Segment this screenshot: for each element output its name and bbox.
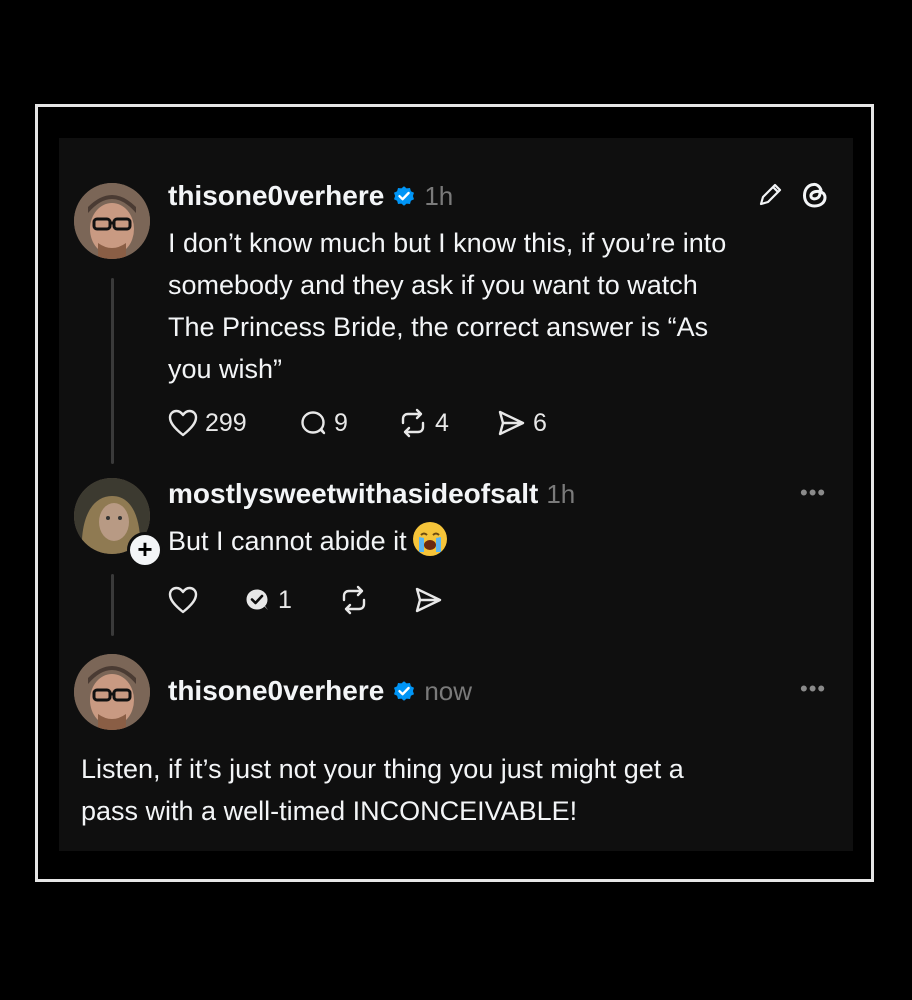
comment-icon: [301, 411, 326, 435]
post-time: 1h: [546, 478, 576, 509]
edit-icon[interactable]: [756, 181, 784, 209]
reply-count: 1: [278, 585, 292, 614]
repost-icon: [401, 408, 425, 438]
replied-comment-icon: [246, 589, 268, 610]
like-button[interactable]: [167, 585, 242, 615]
reply-count: 9: [334, 408, 348, 437]
verified-badge-icon: [394, 681, 415, 701]
post-header: mostlysweetwithasideofsalt 1h: [168, 478, 575, 510]
crying-face-emoji-icon: [412, 522, 447, 556]
more-options-button[interactable]: •••: [800, 678, 826, 700]
post-header: thisone0verhere now: [168, 675, 472, 707]
like-button[interactable]: 299: [167, 408, 298, 438]
repost-button[interactable]: [338, 585, 412, 615]
post-text-line: The Princess Bride, the correct answer i…: [168, 312, 709, 342]
thread-card: thisone0verhere 1h I don’t know much but…: [59, 138, 853, 851]
share-button[interactable]: 6: [495, 408, 547, 438]
repost-icon: [342, 585, 366, 615]
username[interactable]: thisone0verhere: [168, 675, 384, 707]
post-text-line: Listen, if it’s just not your thing you …: [81, 754, 684, 784]
username[interactable]: mostlysweetwithasideofsalt: [168, 478, 538, 510]
follow-plus-button[interactable]: +: [127, 532, 163, 568]
post-text-line: you wish”: [168, 354, 283, 384]
post-text: But I cannot abide it: [168, 526, 407, 556]
post-body: But I cannot abide it: [168, 520, 768, 562]
threads-logo-icon[interactable]: [799, 179, 831, 211]
share-button[interactable]: [412, 585, 444, 615]
username[interactable]: thisone0verhere: [168, 180, 384, 212]
thread-line: [111, 278, 114, 464]
reply-button[interactable]: 9: [298, 408, 397, 438]
like-count: 299: [205, 408, 247, 437]
post-body: I don’t know much but I know this, if yo…: [168, 222, 848, 390]
post-text-line: somebody and they ask if you want to wat…: [168, 270, 698, 300]
post-text-line: I don’t know much but I know this, if yo…: [168, 228, 727, 258]
post-header: thisone0verhere 1h: [168, 180, 453, 212]
post-actions: 299 9 4 6: [167, 408, 547, 438]
repost-count: 4: [435, 408, 449, 437]
thread-line: [111, 574, 114, 636]
compose-text[interactable]: Listen, if it’s just not your thing you …: [81, 748, 841, 832]
reply-button[interactable]: 1: [242, 585, 338, 615]
heart-icon: [168, 409, 198, 437]
more-options-button[interactable]: •••: [800, 482, 826, 504]
avatar[interactable]: [74, 654, 150, 730]
heart-icon: [168, 586, 198, 614]
repost-button[interactable]: 4: [397, 408, 495, 438]
send-icon: [498, 410, 525, 436]
post-actions: 1: [167, 585, 444, 615]
avatar[interactable]: [74, 183, 150, 259]
verified-badge-icon: [394, 186, 415, 206]
post-text-line: pass with a well-timed INCONCEIVABLE!: [81, 796, 578, 826]
send-icon: [415, 587, 442, 613]
post-time: 1h: [424, 180, 454, 211]
share-count: 6: [533, 408, 547, 437]
post-time: now: [424, 675, 473, 706]
